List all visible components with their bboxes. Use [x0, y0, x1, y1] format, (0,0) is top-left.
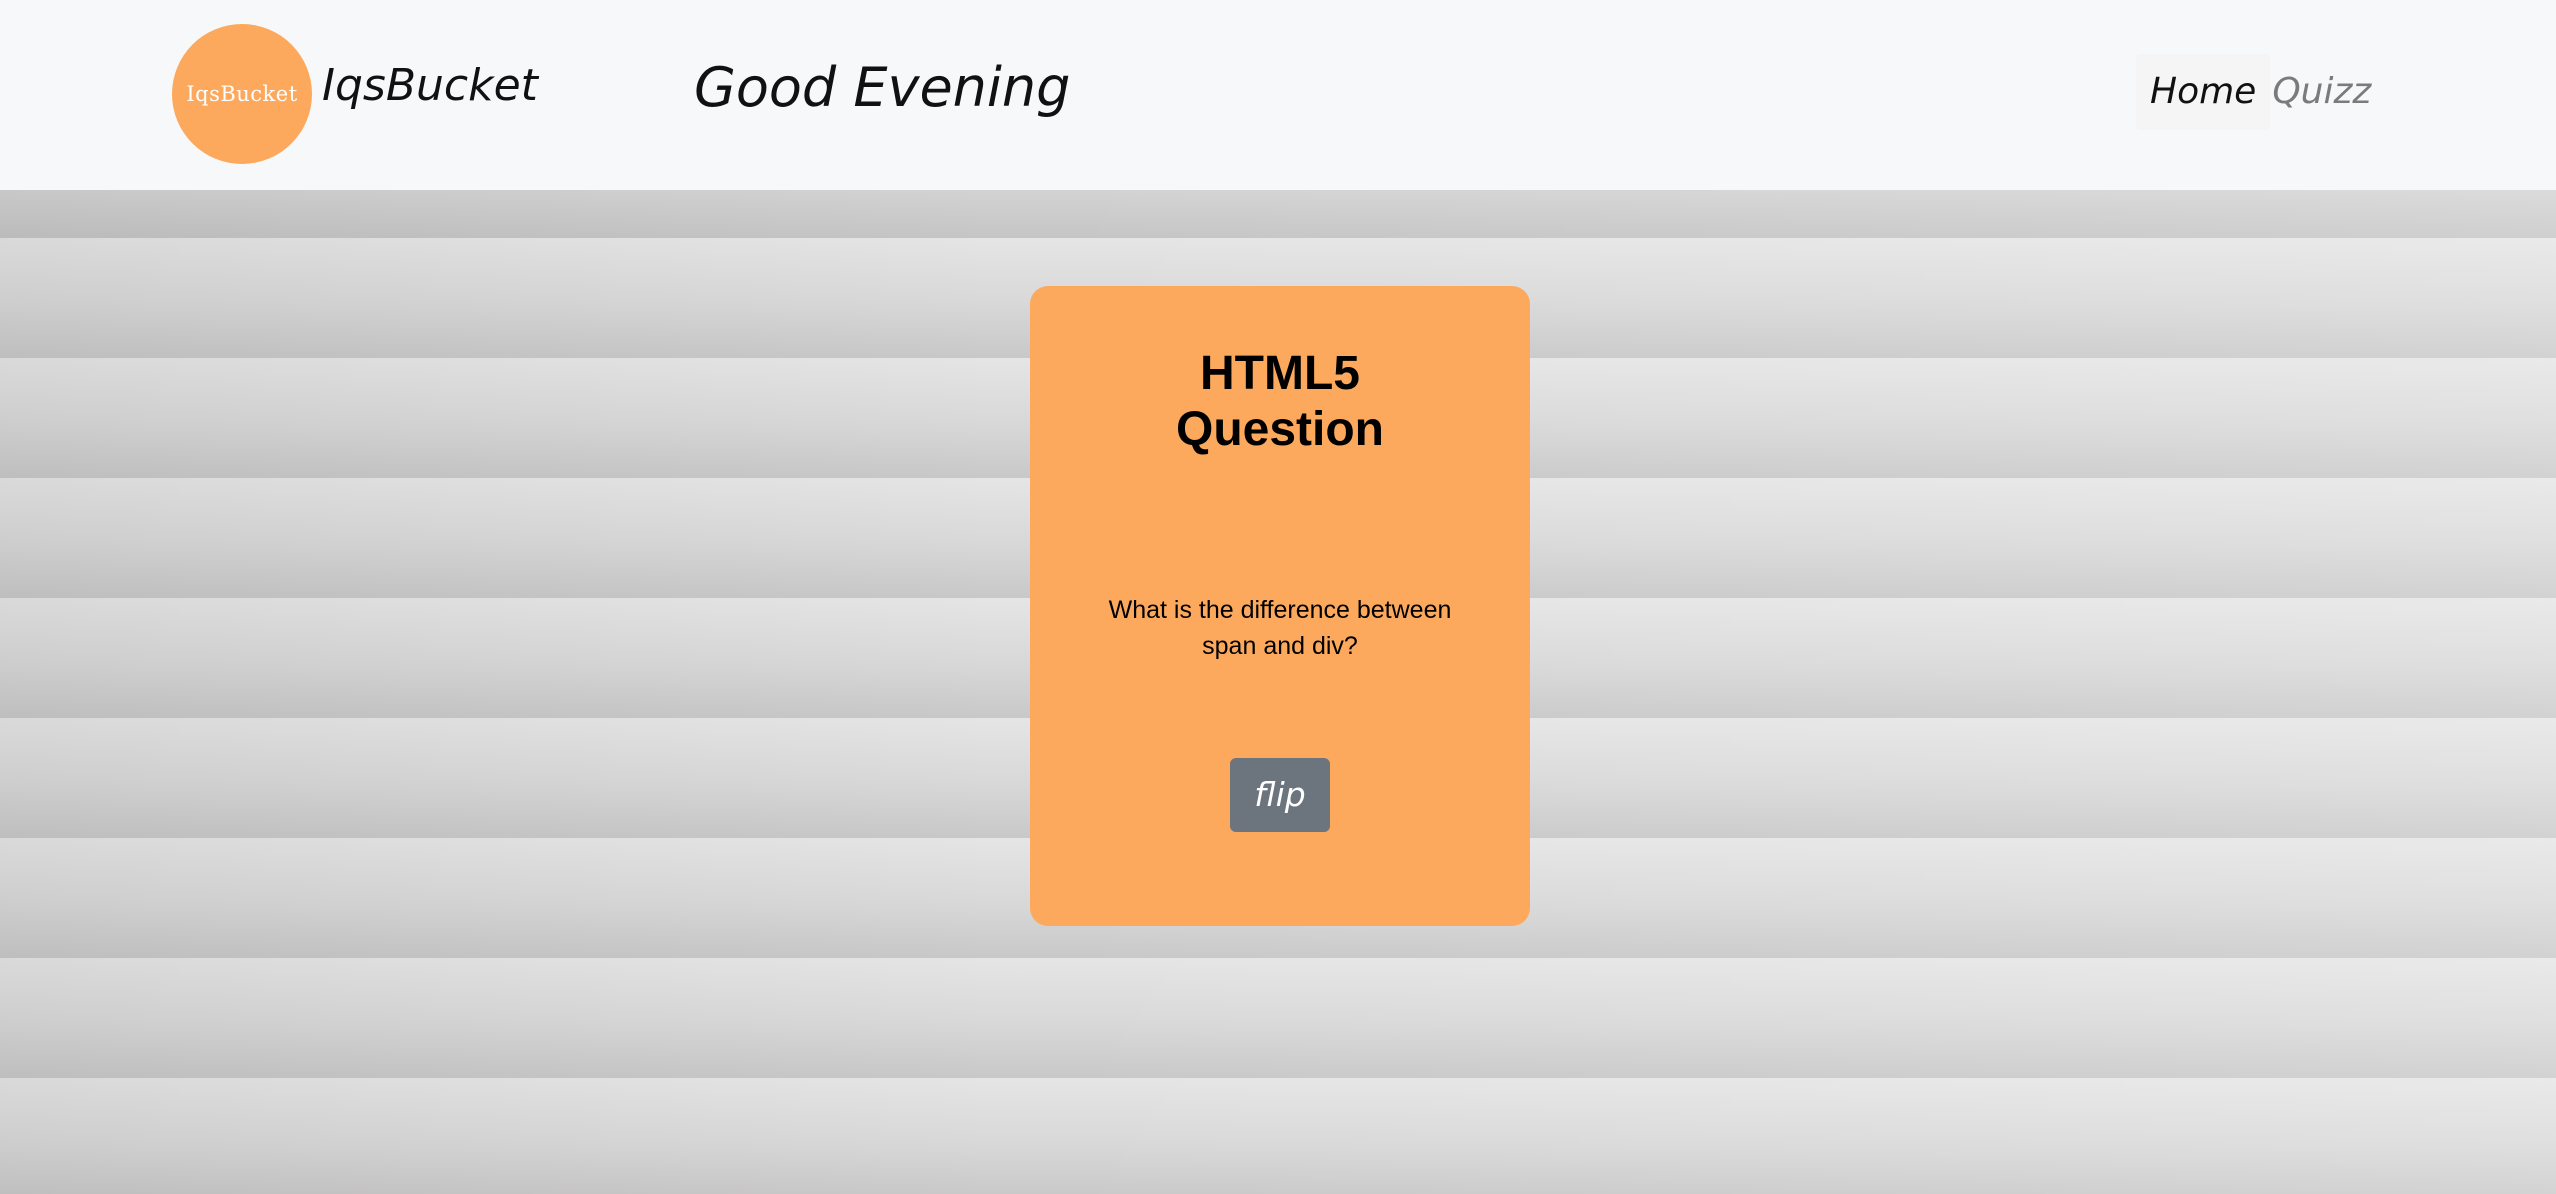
question-card: HTML5 Question What is the difference be… — [1030, 286, 1530, 926]
brand-name[interactable]: IqsBucket — [322, 60, 538, 111]
question-text: What is the difference between span and … — [1108, 596, 1452, 660]
navbar: IqsBucket IqsBucket Good Evening Home Qu… — [0, 0, 2556, 190]
greeting-text: Good Evening — [694, 56, 1071, 119]
logo[interactable]: IqsBucket — [172, 24, 312, 164]
card-title-line2: Question — [1175, 403, 1384, 456]
nav-link-quizz[interactable]: Quizz — [2270, 54, 2385, 130]
card-title: HTML5 Question — [1030, 346, 1530, 458]
logo-text: IqsBucket — [186, 82, 298, 106]
card-title-line1: HTML5 — [1200, 347, 1360, 400]
flip-button[interactable]: flip — [1230, 758, 1330, 832]
nav-link-home[interactable]: Home — [2136, 54, 2271, 130]
nav-links: Home Quizz — [2136, 54, 2385, 130]
